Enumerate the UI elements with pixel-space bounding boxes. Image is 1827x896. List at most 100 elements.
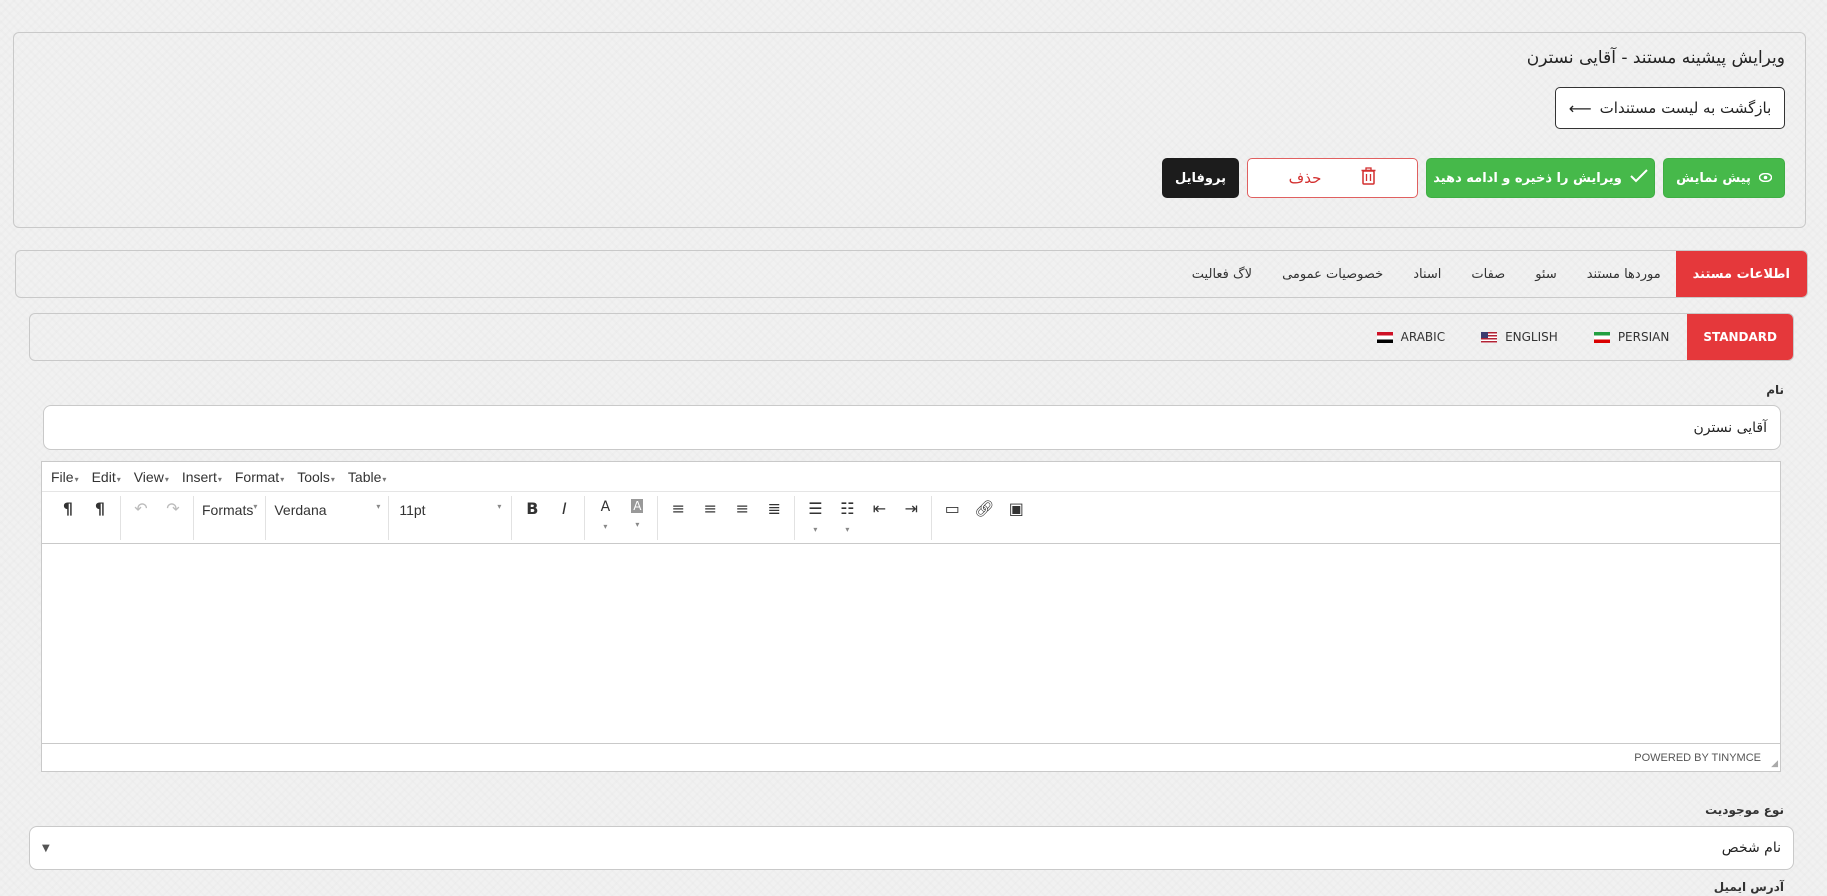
rich-text-editor: File▾ Edit▾ View▾ Insert▾ Format▾ Tools▾… xyxy=(41,461,1781,772)
bold-icon: B xyxy=(526,499,539,518)
menu-file-label: File xyxy=(51,468,74,485)
bold-button[interactable]: B xyxy=(516,496,548,522)
caret-down-icon: ▾ xyxy=(376,502,381,511)
tab-activity-log[interactable]: لاگ فعالیت xyxy=(1177,251,1267,297)
insert-link-button[interactable]: 🔗︎ xyxy=(968,496,1000,522)
delete-button[interactable]: حذف xyxy=(1247,158,1418,198)
lang-tab-english-label: ENGLISH xyxy=(1505,330,1558,344)
rtl-direction-button[interactable]: ¶ xyxy=(84,496,116,522)
header-card: ویرایش پیشینه مستند - آقایی نسترن بازگشت… xyxy=(13,32,1806,228)
bullet-list-icon: ☰ xyxy=(808,499,823,518)
iran-flag-icon xyxy=(1593,331,1610,343)
numbered-list-button[interactable]: ☷ ▾ xyxy=(831,496,863,534)
caret-down-icon: ▾ xyxy=(280,474,285,484)
undo-icon: ↶ xyxy=(134,499,148,518)
redo-button[interactable]: ↷ xyxy=(157,496,189,522)
bullet-list-button[interactable]: ☰ ▾ xyxy=(799,496,831,534)
tab-attributes[interactable]: صفات xyxy=(1456,251,1520,297)
caret-down-icon: ▾ xyxy=(116,474,121,484)
align-justify-icon: ≣ xyxy=(767,499,782,518)
insert-media-button[interactable]: ▭ xyxy=(936,496,968,522)
caret-down-icon: ▾ xyxy=(164,474,169,484)
lang-tab-arabic[interactable]: ARABIC xyxy=(1359,314,1463,360)
font-family-value: Verdana xyxy=(274,502,327,518)
indent-button[interactable]: ⇥ xyxy=(895,496,927,522)
usa-flag-icon xyxy=(1481,331,1498,343)
align-right-icon: ≡ xyxy=(735,499,750,518)
preview-button[interactable]: پیش نمایش xyxy=(1663,158,1785,198)
image-icon: ▣ xyxy=(1008,499,1024,518)
lang-tab-persian[interactable]: PERSIAN xyxy=(1576,314,1688,360)
profile-button[interactable]: پروفایل xyxy=(1162,158,1239,198)
tab-documents[interactable]: اسناد xyxy=(1398,251,1456,297)
tab-general-properties[interactable]: خصوصیات عمومی xyxy=(1267,251,1398,297)
background-color-icon: A xyxy=(631,499,644,513)
trash-icon xyxy=(1361,167,1376,189)
background-color-button[interactable]: A ▾ xyxy=(621,496,653,529)
menu-table[interactable]: Table▾ xyxy=(348,469,386,485)
tab-document-items[interactable]: موردها مستند xyxy=(1572,251,1676,297)
text-color-button[interactable]: A ▾ xyxy=(589,496,621,531)
entity-type-select[interactable]: ▼ نام شخص xyxy=(29,826,1794,870)
link-icon: 🔗︎ xyxy=(974,499,995,518)
resize-handle-icon[interactable]: ◢ xyxy=(1771,758,1778,769)
undo-button[interactable]: ↶ xyxy=(125,496,157,522)
font-size-value: 11pt xyxy=(399,502,426,518)
caret-down-icon: ▾ xyxy=(497,502,502,511)
egypt-flag-icon xyxy=(1376,331,1393,343)
editor-toolbar: ¶ ¶ ↶ ↷ Formats ▾ Verdana ▾ 11pt ▾ B I A ▾ A… xyxy=(42,492,1780,544)
page-title: ویرایش پیشینه مستند - آقایی نسترن xyxy=(1526,48,1785,68)
caret-down-icon: ▾ xyxy=(603,522,608,531)
caret-down-icon: ▾ xyxy=(74,474,79,484)
font-size-dropdown[interactable]: 11pt ▾ xyxy=(399,496,501,518)
editor-content-area[interactable] xyxy=(42,544,1780,744)
delete-label: حذف xyxy=(1288,169,1322,187)
lang-tab-persian-label: PERSIAN xyxy=(1617,330,1670,344)
menu-edit[interactable]: Edit▾ xyxy=(92,469,121,485)
rtl-paragraph-icon: ¶ xyxy=(94,499,106,518)
align-left-button[interactable]: ≡ xyxy=(662,496,694,522)
tab-seo[interactable]: سئو xyxy=(1520,251,1572,297)
caret-down-icon: ▾ xyxy=(635,520,640,529)
italic-icon: I xyxy=(562,499,567,518)
check-icon xyxy=(1630,169,1648,187)
outdent-button[interactable]: ⇤ xyxy=(863,496,895,522)
menu-format-label: Format xyxy=(234,468,280,485)
italic-button[interactable]: I xyxy=(548,496,580,522)
email-label: آدرس ایمیل xyxy=(1713,880,1784,894)
align-justify-button[interactable]: ≣ xyxy=(758,496,790,522)
editor-menubar: File▾ Edit▾ View▾ Insert▾ Format▾ Tools▾… xyxy=(42,462,1780,492)
menu-tools[interactable]: Tools▾ xyxy=(297,469,335,485)
tab-document-info[interactable]: اطلاعات مستند xyxy=(1675,251,1807,297)
menu-insert-label: Insert xyxy=(181,468,217,485)
font-family-dropdown[interactable]: Verdana ▾ xyxy=(274,496,380,518)
align-center-button[interactable]: ≡ xyxy=(694,496,726,522)
redo-icon: ↷ xyxy=(166,499,180,518)
ltr-direction-button[interactable]: ¶ xyxy=(52,496,84,522)
back-to-list-button[interactable]: بازگشت به لیست مستندات ⟵ xyxy=(1555,87,1785,129)
align-left-icon: ≡ xyxy=(671,499,686,518)
menu-view[interactable]: View▾ xyxy=(134,469,169,485)
lang-tab-english[interactable]: ENGLISH xyxy=(1463,314,1576,360)
powered-by-label[interactable]: POWERED BY TINYMCE xyxy=(1634,752,1761,764)
main-tabs: اطلاعات مستند موردها مستند سئو صفات اسنا… xyxy=(15,250,1808,298)
insert-image-button[interactable]: ▣ xyxy=(1000,496,1032,522)
menu-edit-label: Edit xyxy=(91,468,116,485)
ltr-paragraph-icon: ¶ xyxy=(62,499,74,518)
lang-tab-arabic-label: ARABIC xyxy=(1400,330,1446,344)
preview-label: پیش نمایش xyxy=(1676,170,1751,186)
name-input[interactable]: آقایی نسترن xyxy=(43,405,1781,450)
lang-tab-standard[interactable]: STANDARD xyxy=(1687,314,1793,360)
menu-insert[interactable]: Insert▾ xyxy=(182,469,222,485)
entity-type-label: نوع موجودیت xyxy=(1705,803,1784,817)
menu-file[interactable]: File▾ xyxy=(51,469,79,485)
menu-table-label: Table xyxy=(347,468,382,485)
editor-statusbar: POWERED BY TINYMCE ◢ xyxy=(42,744,1780,771)
eye-icon xyxy=(1758,171,1773,186)
save-and-continue-button[interactable]: ویرایش را ذخیره و ادامه دهید xyxy=(1426,158,1655,198)
align-center-icon: ≡ xyxy=(703,499,718,518)
align-right-button[interactable]: ≡ xyxy=(726,496,758,522)
formats-dropdown[interactable]: Formats ▾ xyxy=(202,496,257,518)
chevron-down-icon: ▼ xyxy=(42,842,50,854)
menu-format[interactable]: Format▾ xyxy=(235,469,284,485)
